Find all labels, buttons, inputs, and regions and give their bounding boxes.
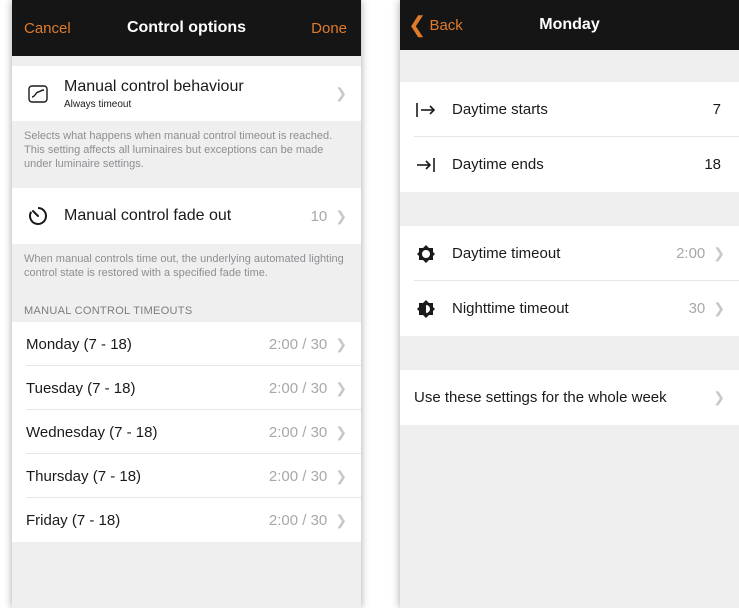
fade-out-value: 10 xyxy=(310,207,328,225)
page-title: Monday xyxy=(539,16,600,33)
control-options-screen: Cancel Control options Done Manual contr… xyxy=(12,0,361,608)
day-row-wednesday[interactable]: Wednesday (7 - 18) 2:00 / 30 ❯ xyxy=(12,410,361,454)
daytime-ends-label: Daytime ends xyxy=(452,156,544,173)
monday-settings-screen: ❮ Back Monday Daytime starts 7 Daytime e… xyxy=(400,0,739,608)
daytime-starts-label: Daytime starts xyxy=(452,101,548,118)
done-button[interactable]: Done xyxy=(311,0,347,56)
day-timeout-value: 2:00 / 30 xyxy=(268,467,328,485)
day-row-monday[interactable]: Monday (7 - 18) 2:00 / 30 ❯ xyxy=(12,322,361,366)
chevron-left-icon: ❮ xyxy=(408,12,427,37)
daytime-ends-cell[interactable]: Daytime ends 18 xyxy=(400,137,739,192)
daytime-timeout-value: 2:00 xyxy=(676,245,706,262)
day-label: Tuesday (7 - 18) xyxy=(26,379,136,397)
nighttime-timeout-value: 30 xyxy=(688,300,706,317)
days-list: Monday (7 - 18) 2:00 / 30 ❯ Tuesday (7 -… xyxy=(12,322,361,542)
arrow-to-bar-icon xyxy=(414,153,438,177)
fade-out-title: Manual control fade out xyxy=(64,207,232,224)
daytime-ends-value: 18 xyxy=(704,156,721,173)
chevron-right-icon: ❯ xyxy=(335,207,347,224)
page-title: Control options xyxy=(126,19,247,36)
sun-icon xyxy=(414,242,438,266)
behaviour-subtitle: Always timeout xyxy=(64,98,132,110)
timer-icon xyxy=(26,204,50,228)
day-timeout-value: 2:00 / 30 xyxy=(268,423,328,441)
behaviour-footer: Selects what happens when manual control… xyxy=(24,130,333,170)
chevron-right-icon: ❯ xyxy=(335,467,347,484)
daytime-starts-cell[interactable]: Daytime starts 7 xyxy=(400,82,739,137)
day-timeout-value: 2:00 / 30 xyxy=(268,511,328,529)
day-label: Wednesday (7 - 18) xyxy=(26,423,158,441)
daytime-timeout-label: Daytime timeout xyxy=(452,245,561,262)
chevron-right-icon: ❯ xyxy=(335,379,347,396)
chevron-right-icon: ❯ xyxy=(335,335,347,352)
nighttime-timeout-label: Nighttime timeout xyxy=(452,300,569,317)
nighttime-timeout-cell[interactable]: Nighttime timeout 30 ❯ xyxy=(400,281,739,336)
day-row-thursday[interactable]: Thursday (7 - 18) 2:00 / 30 ❯ xyxy=(12,454,361,498)
day-row-tuesday[interactable]: Tuesday (7 - 18) 2:00 / 30 ❯ xyxy=(12,366,361,410)
manual-control-behaviour-cell[interactable]: Manual control behaviour Always timeout … xyxy=(12,66,361,121)
fade-footer: When manual controls time out, the under… xyxy=(24,253,344,279)
half-sun-icon xyxy=(414,297,438,321)
back-button[interactable]: ❮ Back xyxy=(408,0,463,50)
daytime-timeout-cell[interactable]: Daytime timeout 2:00 ❯ xyxy=(400,226,739,281)
daytime-starts-value: 7 xyxy=(712,101,721,118)
navbar: ❮ Back Monday xyxy=(400,0,739,50)
day-timeout-value: 2:00 / 30 xyxy=(268,379,328,397)
curve-graph-icon xyxy=(26,82,50,106)
chevron-right-icon: ❯ xyxy=(335,423,347,440)
chevron-right-icon: ❯ xyxy=(713,245,725,261)
back-label: Back xyxy=(429,16,463,34)
day-label: Monday (7 - 18) xyxy=(26,335,132,353)
cancel-button[interactable]: Cancel xyxy=(24,0,71,56)
day-row-friday[interactable]: Friday (7 - 18) 2:00 / 30 ❯ xyxy=(12,498,361,542)
chevron-right-icon: ❯ xyxy=(713,389,725,405)
day-timeout-value: 2:00 / 30 xyxy=(268,335,328,353)
day-label: Friday (7 - 18) xyxy=(26,511,121,529)
chevron-right-icon: ❯ xyxy=(713,300,725,316)
use-for-whole-week-cell[interactable]: Use these settings for the whole week ❯ xyxy=(400,370,739,425)
chevron-right-icon: ❯ xyxy=(335,85,347,101)
bar-arrow-right-icon xyxy=(414,98,438,122)
whole-week-label: Use these settings for the whole week xyxy=(414,389,667,406)
chevron-right-icon: ❯ xyxy=(335,511,347,528)
manual-control-fade-out-cell[interactable]: Manual control fade out 10 ❯ xyxy=(12,188,361,244)
navbar: Cancel Control options Done xyxy=(12,0,361,56)
timeouts-section-header: MANUAL CONTROL TIMEOUTS xyxy=(24,305,193,317)
behaviour-title: Manual control behaviour xyxy=(64,77,244,95)
day-label: Thursday (7 - 18) xyxy=(26,467,142,485)
